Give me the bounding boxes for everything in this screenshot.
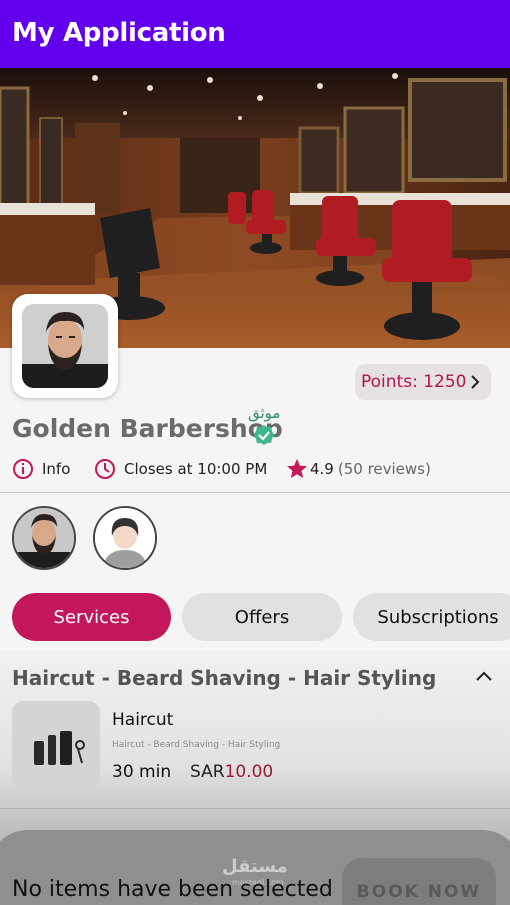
tab-offers[interactable]: Offers bbox=[182, 593, 342, 641]
info-link[interactable]: Info bbox=[12, 458, 70, 480]
service-description: Haircut - Beard Shaving - Hair Styling bbox=[112, 740, 281, 750]
shop-info-row: Info Closes at 10:00 PM 4.9 (50 reviews) bbox=[0, 458, 510, 484]
verified-check-icon bbox=[254, 425, 275, 445]
staff-avatar[interactable] bbox=[12, 506, 76, 570]
cart-empty-message: No items have been selected bbox=[12, 877, 333, 902]
rating-value: 4.9 bbox=[310, 460, 334, 478]
app-bar: My Application bbox=[0, 0, 510, 68]
service-price-amount: 10.00 bbox=[224, 762, 274, 782]
info-divider bbox=[0, 492, 510, 493]
clock-icon bbox=[95, 459, 115, 479]
info-icon bbox=[13, 459, 33, 479]
verified-label: موثق bbox=[248, 404, 281, 422]
staff-avatar[interactable] bbox=[93, 506, 157, 570]
chevron-up-icon[interactable] bbox=[474, 668, 494, 684]
category-title: Haircut - Beard Shaving - Hair Styling bbox=[12, 666, 437, 690]
closing-label: Closes at 10:00 PM bbox=[124, 460, 268, 478]
rating[interactable]: 4.9 (50 reviews) bbox=[286, 458, 431, 480]
shop-logo-frame[interactable] bbox=[12, 294, 118, 398]
service-price: SAR10.00 bbox=[190, 762, 273, 782]
shop-name: Golden Barbershop bbox=[12, 414, 283, 443]
app-title: My Application bbox=[12, 18, 226, 48]
shop-logo-image bbox=[22, 304, 108, 388]
star-icon bbox=[287, 459, 307, 478]
tab-services[interactable]: Services bbox=[12, 593, 171, 641]
service-thumbnail bbox=[12, 701, 100, 789]
verified-badge: موثق bbox=[248, 404, 280, 446]
staff-photo bbox=[14, 508, 74, 568]
points-label: Points: 1250 bbox=[361, 372, 467, 392]
points-button[interactable]: Points: 1250 bbox=[355, 364, 491, 400]
closing-time: Closes at 10:00 PM bbox=[94, 458, 267, 480]
info-label: Info bbox=[42, 460, 71, 478]
service-divider bbox=[0, 808, 510, 809]
book-now-button[interactable]: BOOK NOW bbox=[342, 858, 496, 905]
tab-subscriptions[interactable]: Subscriptions bbox=[353, 593, 510, 641]
chevron-right-icon bbox=[471, 375, 480, 389]
service-name: Haircut bbox=[112, 710, 174, 730]
review-count: (50 reviews) bbox=[337, 460, 431, 478]
watermark-logo: مستقل bbox=[222, 856, 288, 877]
service-currency: SAR bbox=[190, 762, 225, 782]
staff-placeholder-avatar bbox=[95, 508, 155, 568]
service-duration: 30 min bbox=[112, 762, 172, 782]
